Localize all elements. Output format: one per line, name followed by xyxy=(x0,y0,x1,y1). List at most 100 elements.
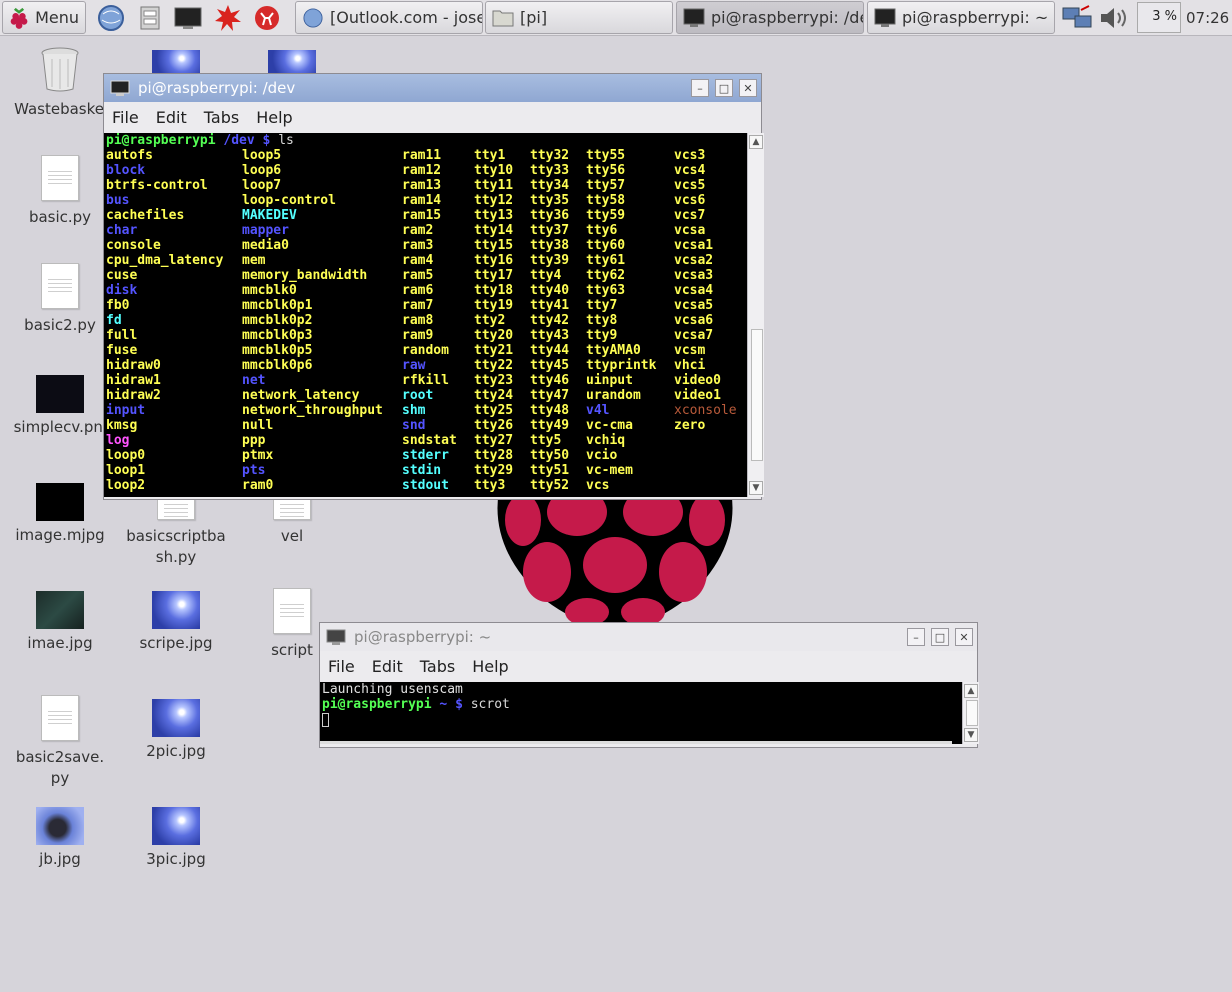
desktop-icon-basic-py[interactable]: basic.py xyxy=(5,155,115,228)
clock[interactable]: 07:26 xyxy=(1186,9,1229,27)
ls-entry: network_throughput xyxy=(242,403,383,418)
menu-help[interactable]: Help xyxy=(256,108,292,127)
terminal-launcher-icon[interactable] xyxy=(173,3,203,33)
text-file-icon xyxy=(41,155,79,201)
desktop-icon-basicscriptbash-py[interactable]: basicscriptbash.py xyxy=(121,488,231,568)
menu-help[interactable]: Help xyxy=(472,657,508,676)
terminal-window-dev[interactable]: pi@raspberrypi: /dev – □ ✕ File Edit Tab… xyxy=(103,73,764,500)
desktop-icon-3pic-jpg[interactable]: 3pic.jpg xyxy=(121,807,231,870)
terminal-window-home[interactable]: pi@raspberrypi: ~ – □ ✕ File Edit Tabs H… xyxy=(319,622,979,748)
ls-entry: tty55 xyxy=(586,148,626,163)
title-bar[interactable]: pi@raspberrypi: /dev – □ ✕ xyxy=(104,74,761,102)
ls-entry: vcsa7 xyxy=(674,328,714,343)
ls-entry: ptmx xyxy=(242,448,274,463)
ls-entry: tty7 xyxy=(586,298,618,313)
task-outlook[interactable]: [Outlook.com - jose.... xyxy=(295,1,483,34)
ls-entry: stdin xyxy=(402,463,442,478)
close-button[interactable]: ✕ xyxy=(739,79,757,97)
horizontal-rule xyxy=(320,741,952,744)
cpu-monitor[interactable]: 3 % xyxy=(1137,2,1181,33)
ls-entry: tty34 xyxy=(530,178,570,193)
desktop-icon-jb-jpg[interactable]: jb.jpg xyxy=(5,807,115,870)
ls-entry: ram3 xyxy=(402,238,434,253)
desktop-icon-imae-jpg[interactable]: imae.jpg xyxy=(5,591,115,654)
menu-edit[interactable]: Edit xyxy=(372,657,403,676)
file-manager-icon[interactable] xyxy=(135,3,165,33)
desktop-icon-basic2save-py[interactable]: basic2save.py xyxy=(5,695,115,789)
web-browser-icon[interactable] xyxy=(96,3,126,33)
close-button[interactable]: ✕ xyxy=(955,628,973,646)
ls-entry: ttyAMA0 xyxy=(586,343,641,358)
menu-tabs[interactable]: Tabs xyxy=(204,108,239,127)
scroll-down-arrow[interactable]: ▼ xyxy=(964,728,978,742)
ls-entry: tty60 xyxy=(586,238,626,253)
scrollbar[interactable]: ▲ ▼ xyxy=(747,133,764,497)
network-icon[interactable] xyxy=(1060,3,1094,33)
image-thumbnail-icon[interactable] xyxy=(268,50,316,74)
desktop-icon-2pic-jpg[interactable]: 2pic.jpg xyxy=(121,699,231,762)
ls-entry: tty4 xyxy=(530,268,562,283)
volume-icon[interactable] xyxy=(1097,3,1133,33)
ls-entry: ram12 xyxy=(402,163,442,178)
ls-entry: vcs3 xyxy=(674,148,706,163)
minimize-button[interactable]: – xyxy=(691,79,709,97)
ls-entry: tty1 xyxy=(474,148,506,163)
maximize-button[interactable]: □ xyxy=(715,79,733,97)
ls-entry: vcsa4 xyxy=(674,283,714,298)
icon-label: basic2save.py xyxy=(15,748,105,787)
scroll-up-arrow[interactable]: ▲ xyxy=(749,135,763,149)
scroll-thumb[interactable] xyxy=(966,700,978,726)
prompt-line: pi@raspberrypi /dev $ ls xyxy=(106,133,294,148)
ls-entry: uinput xyxy=(586,373,633,388)
ls-entry: tty21 xyxy=(474,343,514,358)
icon-label: 3pic.jpg xyxy=(146,850,206,868)
task-pi-folder[interactable]: [pi] xyxy=(485,1,673,34)
ls-entry: stdout xyxy=(402,478,449,493)
desktop-icon-simplecv-png[interactable]: simplecv.png xyxy=(5,375,115,438)
ls-entry: null xyxy=(242,418,274,433)
menu-edit[interactable]: Edit xyxy=(156,108,187,127)
ls-entry: disk xyxy=(106,283,138,298)
task-terminal-home[interactable]: pi@raspberrypi: ~ xyxy=(867,1,1055,34)
ls-entry: mmcblk0p1 xyxy=(242,298,313,313)
image-thumbnail-icon xyxy=(152,699,200,737)
menu-tabs[interactable]: Tabs xyxy=(420,657,455,676)
scroll-up-arrow[interactable]: ▲ xyxy=(964,684,978,698)
menu-label: Menu xyxy=(35,8,79,27)
menu-button[interactable]: Menu xyxy=(2,1,86,34)
ls-entry: mmcblk0 xyxy=(242,283,297,298)
ls-entry: kmsg xyxy=(106,418,138,433)
starburst-app-icon[interactable] xyxy=(213,3,243,33)
ls-entry: tty61 xyxy=(586,253,626,268)
desktop-icon-wastebasket[interactable]: Wastebasket xyxy=(5,45,115,120)
ls-entry: loop5 xyxy=(242,148,282,163)
ls-entry: vcs6 xyxy=(674,193,706,208)
ls-entry: tty11 xyxy=(474,178,514,193)
scroll-down-arrow[interactable]: ▼ xyxy=(749,481,763,495)
image-thumbnail-icon xyxy=(152,807,200,845)
terminal-output[interactable]: pi@raspberrypi /dev $ ls autofs block btrf… xyxy=(104,133,747,497)
ls-entry: hidraw1 xyxy=(106,373,161,388)
desktop-icon-scripe-jpg[interactable]: scripe.jpg xyxy=(121,591,231,654)
task-terminal-dev[interactable]: pi@raspberrypi: /dev xyxy=(676,1,864,34)
minimize-button[interactable]: – xyxy=(907,628,925,646)
ls-entry: tty22 xyxy=(474,358,514,373)
wolfram-icon[interactable] xyxy=(252,3,282,33)
ls-entry: mmcblk0p2 xyxy=(242,313,313,328)
ls-entry: vcs7 xyxy=(674,208,706,223)
title-bar[interactable]: pi@raspberrypi: ~ – □ ✕ xyxy=(320,623,977,651)
task-label: [pi] xyxy=(520,8,548,27)
image-thumbnail-icon[interactable] xyxy=(152,50,200,74)
menu-file[interactable]: File xyxy=(328,657,355,676)
desktop-icon-basic2-py[interactable]: basic2.py xyxy=(5,263,115,336)
scrollbar[interactable]: ▲ ▼ xyxy=(962,682,979,744)
desktop-icon-image-mjpg[interactable]: image.mjpg xyxy=(5,483,115,546)
ls-entry: fuse xyxy=(106,343,138,358)
maximize-button[interactable]: □ xyxy=(931,628,949,646)
window-title: pi@raspberrypi: /dev xyxy=(138,79,296,97)
ls-entry: tty33 xyxy=(530,163,570,178)
terminal-output[interactable]: Launching usenscam pi@raspberrypi ~ $ sc… xyxy=(320,682,962,744)
scroll-thumb[interactable] xyxy=(751,329,763,461)
ls-entry: tty14 xyxy=(474,223,514,238)
menu-file[interactable]: File xyxy=(112,108,139,127)
